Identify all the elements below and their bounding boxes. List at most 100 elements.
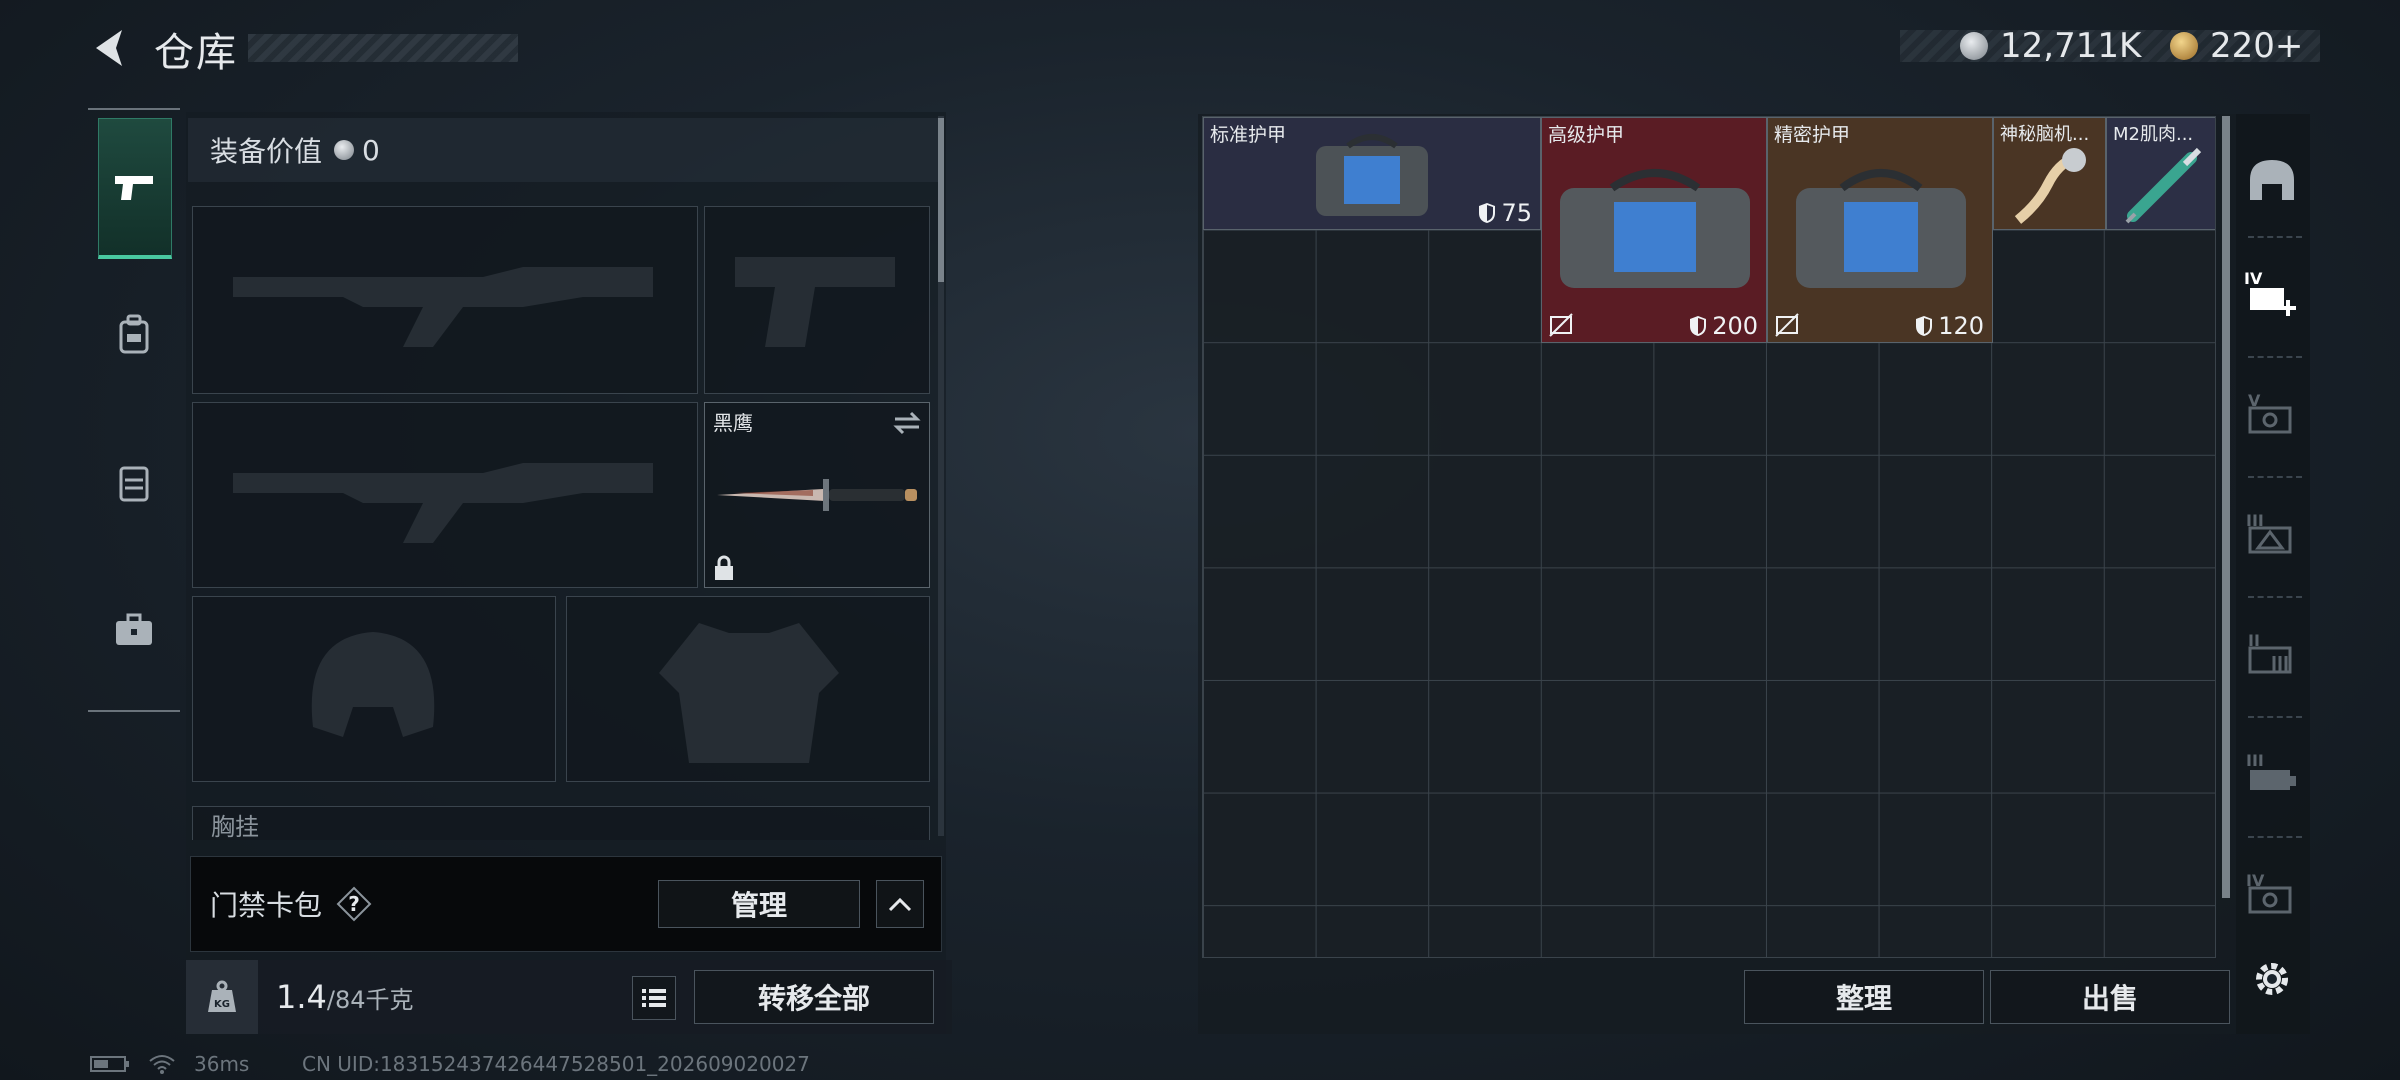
- keycard-pack-label: 门禁卡包: [210, 889, 323, 922]
- weight-readout: 1.4/84千克: [276, 978, 414, 1016]
- case-iv-icon: IV: [2244, 269, 2296, 316]
- ping: 36ms: [194, 1052, 250, 1076]
- help-icon[interactable]: ?: [336, 886, 372, 922]
- rail-case-iv-b[interactable]: IV: [2242, 858, 2302, 928]
- no-drop-icon: [1549, 313, 1573, 337]
- armor-bag-icon: [1316, 134, 1428, 216]
- weight-icon-box: KG: [186, 960, 258, 1034]
- primary-weapon-slot[interactable]: [192, 206, 698, 394]
- rail-case-iv-active[interactable]: IV: [2242, 258, 2302, 328]
- currency-bar: 12,711K 220+: [1900, 26, 2400, 66]
- lock-icon: [715, 555, 733, 580]
- equipment-value: 0: [362, 133, 380, 167]
- stash-item-m2-injector[interactable]: M2肌肉...: [2106, 117, 2215, 230]
- stash-scrollbar-thumb[interactable]: [2222, 116, 2230, 898]
- item-name: 精密护甲: [1774, 124, 1851, 146]
- rifle-silhouette-icon: [233, 267, 653, 347]
- armor-silhouette-icon: [659, 623, 839, 763]
- secondary-weapon-slot[interactable]: [704, 206, 930, 394]
- shield-icon: [1916, 316, 1933, 336]
- brain-chip-icon: [2014, 148, 2086, 224]
- equipment-scrollbar-thumb[interactable]: [938, 118, 944, 282]
- weight-icon: KG: [208, 980, 236, 1012]
- knife-icon: [717, 479, 917, 511]
- silver-coin-icon: [1960, 32, 1988, 60]
- chest-rig-slot[interactable]: 胸挂: [192, 806, 930, 840]
- swap-icon[interactable]: [891, 409, 923, 437]
- helmet-silhouette-icon: [311, 632, 435, 737]
- stash-item-precision-armor[interactable]: 精密护甲 120: [1767, 117, 1993, 343]
- durability: 75: [1477, 199, 1532, 227]
- rail-helmet[interactable]: [2242, 144, 2302, 214]
- manage-button[interactable]: 管理: [658, 880, 860, 928]
- tabs-top-border: [88, 108, 180, 110]
- rail-divider: [2248, 356, 2302, 358]
- transfer-all-button[interactable]: 转移全部: [694, 970, 934, 1024]
- helmet-icon: [2250, 160, 2294, 200]
- shield-icon: [1690, 316, 1707, 336]
- vest-icon: [119, 466, 149, 502]
- stash-item-standard-armor[interactable]: 标准护甲 75: [1203, 117, 1541, 230]
- case-iii-b-icon: III: [2246, 751, 2296, 790]
- primary-weapon-slot-2[interactable]: [192, 402, 698, 588]
- shield-icon: [1479, 203, 1496, 223]
- back-arrow-icon[interactable]: [86, 24, 130, 72]
- melee-name: 黑鹰: [713, 411, 753, 435]
- tab-weapons[interactable]: [98, 118, 172, 259]
- rail-case-ii[interactable]: II: [2242, 618, 2302, 688]
- weight-current: 1.4: [276, 978, 327, 1016]
- svg-text:IV: IV: [2244, 269, 2263, 288]
- melee-slot[interactable]: 黑鹰: [704, 402, 930, 588]
- page-title: 仓库: [154, 30, 238, 76]
- status-bar: 36ms: [90, 1052, 249, 1076]
- chest-rig-label: 胸挂: [211, 813, 259, 840]
- silver-currency: 12,711K: [1960, 26, 2141, 66]
- silver-amount: 12,711K: [2000, 26, 2142, 66]
- tabs-bottom-border: [88, 710, 180, 712]
- durability-value: 75: [1501, 199, 1532, 227]
- settings-button[interactable]: [2242, 944, 2302, 1014]
- title-decoration: [248, 34, 518, 62]
- settings-icon: [2256, 963, 2288, 995]
- gold-coin-icon: [2170, 32, 2198, 60]
- chevron-up-icon: [888, 897, 912, 912]
- pistol-silhouette-icon: [735, 257, 895, 347]
- rail-case-v[interactable]: V: [2242, 378, 2302, 448]
- armor-bag-icon: [1560, 169, 1750, 288]
- pistol-icon: [115, 176, 153, 200]
- sell-button[interactable]: 出售: [1990, 970, 2230, 1024]
- rail-divider: [2248, 596, 2302, 598]
- sort-button[interactable]: 整理: [1744, 970, 1984, 1024]
- tab-backpack[interactable]: [98, 266, 170, 402]
- weight-max: /84千克: [326, 986, 414, 1014]
- durability-value: 200: [1712, 312, 1758, 340]
- list-view-button[interactable]: [632, 976, 676, 1020]
- helmet-slot[interactable]: [192, 596, 556, 782]
- category-tabs: [88, 108, 180, 712]
- rail-divider: [2248, 716, 2302, 718]
- tab-case[interactable]: [98, 562, 170, 698]
- rail-case-iii-b[interactable]: III: [2242, 738, 2302, 808]
- case-ii-icon: II: [2248, 631, 2292, 674]
- stash-item-brain-chip[interactable]: 神秘脑机...: [1993, 117, 2106, 230]
- item-name: 高级护甲: [1548, 124, 1625, 146]
- durability: 120: [1914, 312, 1984, 340]
- durability-value: 120: [1938, 312, 1984, 340]
- rail-divider: [2248, 836, 2302, 838]
- stash-grid[interactable]: 标准护甲 75 高级护甲 200 精密护甲 120 神秘脑机... M2肌肉..…: [1202, 116, 2216, 958]
- rail-divider: [2248, 476, 2302, 478]
- rifle-silhouette-icon: [233, 463, 653, 543]
- rail-case-iii[interactable]: III: [2242, 498, 2302, 568]
- svg-text:III: III: [2246, 751, 2264, 770]
- case-iii-icon: III: [2246, 511, 2292, 554]
- gold-currency: 220+: [2170, 26, 2303, 66]
- stash-item-advanced-armor[interactable]: 高级护甲 200: [1541, 117, 1767, 343]
- item-name: 神秘脑机...: [2000, 124, 2090, 145]
- case-v-icon: V: [2248, 391, 2292, 434]
- durability: 200: [1688, 312, 1758, 340]
- armor-bag-icon: [1796, 169, 1966, 288]
- tab-vest[interactable]: [98, 414, 170, 550]
- collapse-button[interactable]: [876, 880, 924, 928]
- armor-slot[interactable]: [566, 596, 930, 782]
- equipment-value-row: 装备价值 0: [188, 118, 940, 182]
